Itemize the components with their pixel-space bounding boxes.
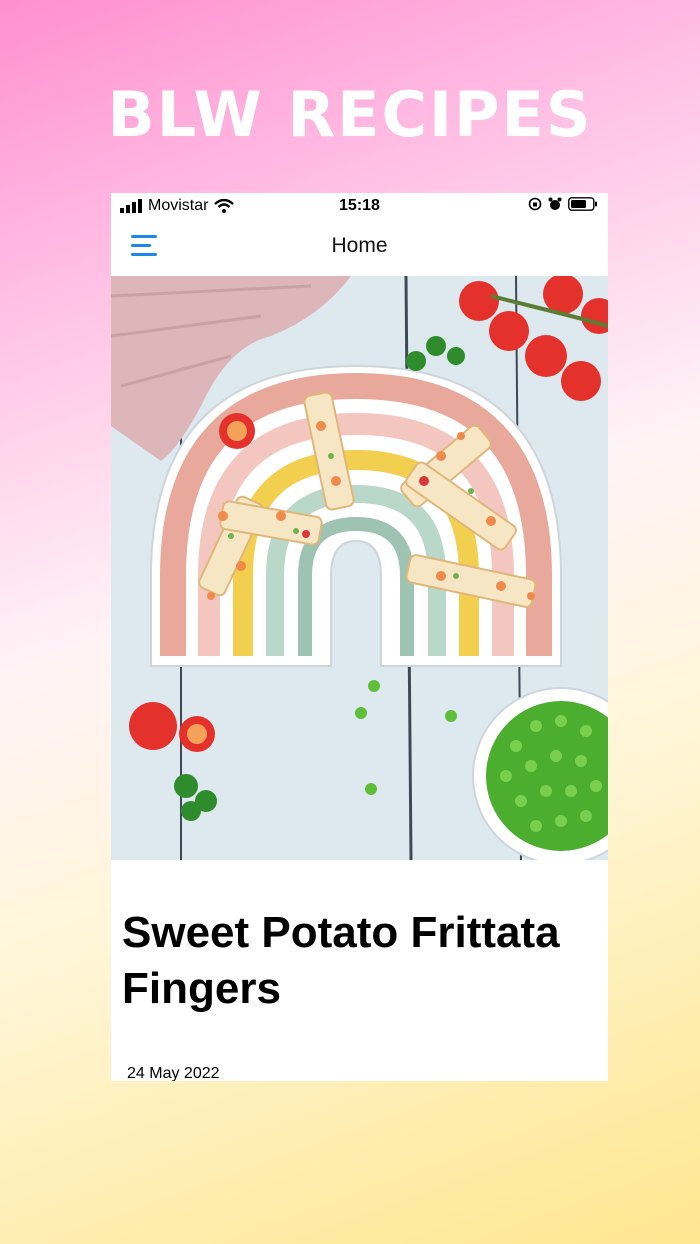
rotation-lock-icon [528,197,542,211]
nav-bar: Home [111,219,608,276]
alarm-icon [548,197,562,210]
nav-title: Home [331,234,388,257]
recipe-title[interactable]: Sweet Potato Frittata Fingers [122,905,592,1017]
battery-icon [568,197,597,211]
banner-title: BLW RECIPES [107,78,593,151]
sweet-potato-frittata-photo[interactable] [111,276,608,860]
recipe-date: 24 May 2022 [127,1065,220,1081]
status-bar: Movistar 15:18 [111,193,608,219]
phone-screen: Movistar 15:18 Home Sweet Potato Frittat… [111,193,608,1081]
